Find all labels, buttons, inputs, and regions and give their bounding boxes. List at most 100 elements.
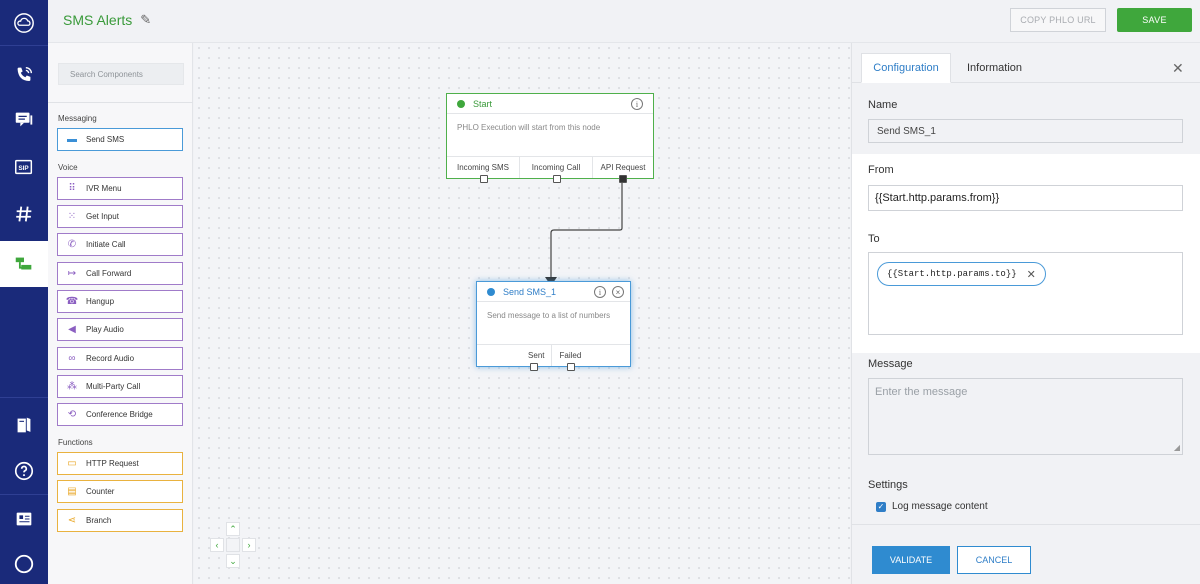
phlo-name: SMS Alerts [63,12,133,28]
pan-down-icon[interactable]: ⌄ [226,554,240,568]
port-handle[interactable] [567,363,575,371]
start-node[interactable]: Start i PHLO Execution will start from t… [446,93,654,183]
to-field[interactable]: {{Start.http.params.to}} ✕ [868,252,1183,335]
multiparty-icon: ⁂ [67,381,77,392]
keypad-icon: ⠿ [68,183,76,194]
counter-icon: ▤ [67,486,77,497]
forward-icon: ↦ [67,268,77,279]
voicemail-icon: ∞ [68,353,76,364]
page-title[interactable]: SMS Alerts ✎ [63,12,151,28]
config-panel: Configuration Information ✕ Name Send SM… [851,43,1200,584]
pan-left-icon[interactable]: ‹ [210,538,224,552]
billing-icon[interactable] [0,496,48,542]
hangup-icon: ☎ [65,296,79,307]
top-header: SMS Alerts ✎ COPY PHLO URL SAVE [48,0,1200,43]
component-label: Counter [86,487,115,496]
panel-tabs: Configuration Information [852,53,1200,83]
cancel-button[interactable]: CANCEL [957,546,1031,574]
component-record-audio[interactable]: ∞ Record Audio [57,347,183,370]
pan-up-icon[interactable]: ⌃ [226,522,240,536]
component-http-request[interactable]: ▭ HTTP Request [57,452,183,475]
save-button[interactable]: SAVE [1117,8,1192,32]
settings-label: Settings [868,479,908,491]
start-dot-icon [457,99,465,108]
component-send-sms[interactable]: ▬ Send SMS [57,128,183,151]
to-label: To [868,233,880,245]
phlo-canvas[interactable]: Start i PHLO Execution will start from t… [194,43,850,584]
remove-chip-icon[interactable]: ✕ [1027,268,1036,281]
node-description: Send message to a list of numbers [487,311,611,320]
info-icon[interactable]: i [631,98,643,110]
component-ivr-menu[interactable]: ⠿ IVR Menu [57,177,183,200]
sms-icon: ▬ [67,134,77,145]
message-textarea[interactable]: Enter the message ◢ [868,378,1183,455]
node-description: PHLO Execution will start from this node [457,123,601,132]
port-handle[interactable] [480,175,488,183]
component-label: Conference Bridge [86,410,153,419]
message-placeholder: Enter the message [875,386,968,398]
phone-icon: ✆ [67,239,77,250]
node-ports: Sent Failed [477,344,630,366]
numbers-hash-icon[interactable] [0,191,48,237]
voice-api-icon[interactable] [0,52,48,98]
component-hangup[interactable]: ☎ Hangup [57,290,183,313]
port-handle-connected[interactable] [619,175,627,183]
port-handle[interactable] [530,363,538,371]
validate-button[interactable]: VALIDATE [872,546,950,574]
sip-icon[interactable]: SIP [0,144,48,190]
from-field[interactable]: {{Start.http.params.from}} [868,185,1183,211]
pan-right-icon[interactable]: › [242,538,256,552]
log-label: Log message content [892,501,988,512]
tab-configuration[interactable]: Configuration [861,53,951,83]
component-conference-bridge[interactable]: ⟲ Conference Bridge [57,403,183,426]
port-sent[interactable]: Sent [477,345,552,366]
info-icon[interactable]: i [594,286,606,298]
messaging-icon[interactable] [0,97,48,143]
close-panel-icon[interactable]: ✕ [1172,60,1184,77]
component-label: Play Audio [86,325,124,334]
component-label: Call Forward [86,269,132,278]
component-get-input[interactable]: ⁙ Get Input [57,205,183,228]
component-label: Record Audio [86,354,135,363]
component-multi-party-call[interactable]: ⁂ Multi-Party Call [57,375,183,398]
component-label: Get Input [86,212,119,221]
to-chip[interactable]: {{Start.http.params.to}} ✕ [877,262,1046,286]
branch-icon: ⋖ [67,515,77,526]
cloud-logo-icon[interactable] [0,0,48,46]
port-handle[interactable] [553,175,561,183]
log-checkbox[interactable]: ✓ [876,501,886,512]
component-branch[interactable]: ⋖ Branch [57,509,183,532]
search-components-input[interactable]: Search Components [58,63,184,85]
from-label: From [868,164,894,176]
component-label: Send SMS [86,135,125,144]
component-label: Hangup [86,297,115,306]
component-label: Branch [86,516,112,525]
section-messaging: Messaging [58,114,97,123]
divider [48,102,193,103]
log-message-option[interactable]: ✓ Log message content [876,501,988,512]
component-label: IVR Menu [86,184,122,193]
docs-book-icon[interactable] [0,402,48,448]
copy-phlo-url-button[interactable]: COPY PHLO URL [1010,8,1106,32]
component-initiate-call[interactable]: ✆ Initiate Call [57,233,183,256]
component-label: Multi-Party Call [86,382,141,391]
account-avatar-icon[interactable] [0,541,48,584]
phlo-icon[interactable] [0,241,48,287]
component-label: Initiate Call [86,240,126,249]
panel-footer: VALIDATE CANCEL [852,524,1200,584]
help-icon[interactable] [0,448,48,494]
edit-pencil-icon[interactable]: ✎ [140,12,151,28]
resize-handle-icon[interactable]: ◢ [1174,443,1180,452]
input-icon: ⁙ [67,211,77,222]
component-counter[interactable]: ▤ Counter [57,480,183,503]
component-play-audio[interactable]: ◀ Play Audio [57,318,183,341]
pan-center [226,538,240,552]
close-node-icon[interactable]: × [612,286,624,298]
message-label: Message [868,358,913,370]
component-call-forward[interactable]: ↦ Call Forward [57,262,183,285]
name-field[interactable]: Send SMS_1 [868,119,1183,143]
tab-information[interactable]: Information [967,53,1022,83]
port-failed[interactable]: Failed [552,345,630,366]
section-voice: Voice [58,163,78,172]
send-sms-node[interactable]: Send SMS_1 i × Send message to a list of… [476,281,631,371]
